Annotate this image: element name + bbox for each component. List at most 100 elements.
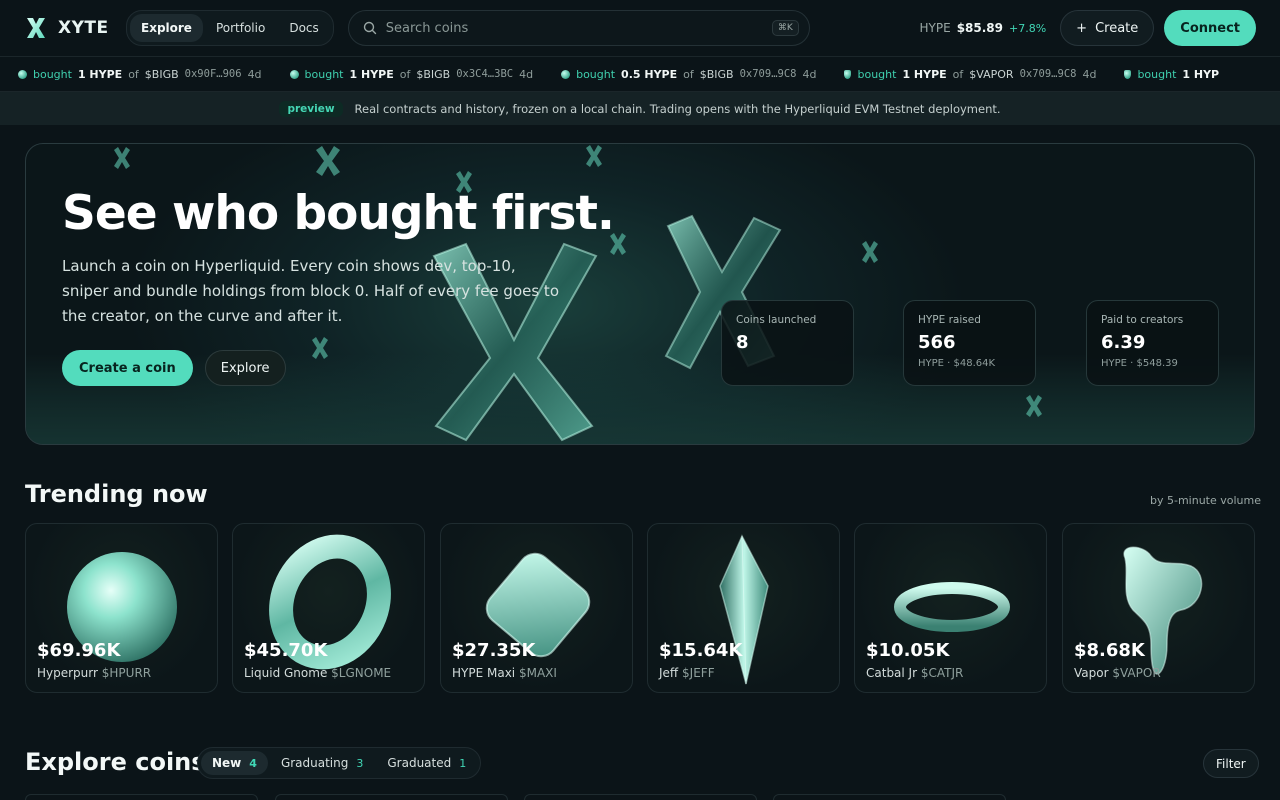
trending-title: Trending now (25, 480, 208, 508)
tab-count: 4 (249, 756, 257, 770)
ticker-token: $BIGB (699, 67, 734, 81)
ticker-verb: bought (33, 67, 72, 81)
ticker-age: 4d (802, 67, 817, 81)
ticker-age: 4d (519, 67, 534, 81)
coin-card-peek[interactable] (25, 794, 258, 800)
stat-label: Coins launched (736, 314, 817, 326)
stat-sub: HYPE · $548.39 (1101, 358, 1178, 369)
trending-name: Liquid Gnome $LGNOME (244, 666, 391, 680)
coin-name: Vapor (1074, 666, 1109, 680)
x-logo-icon (27, 18, 45, 38)
hero-subtitle: Launch a coin on Hyperliquid. Every coin… (62, 257, 559, 325)
coin-icon (844, 69, 852, 79)
tab-label: Graduating (280, 756, 349, 770)
trending-mcap: $8.68K (1074, 640, 1145, 661)
create-button[interactable]: + Create (1060, 10, 1155, 46)
stat-coins-launched: Coins launched 8 (721, 300, 854, 386)
ticker-age: 4d (247, 67, 262, 81)
filter-button[interactable]: Filter (1203, 749, 1259, 778)
coin-ticker: $VAPOR (1112, 666, 1161, 680)
ticker-verb: bought (304, 67, 344, 81)
tab-graduating[interactable]: Graduating 3 (270, 751, 374, 775)
tab-graduated[interactable]: Graduated 1 (376, 751, 477, 775)
banner-text: Real contracts and history, frozen on a … (354, 101, 1001, 116)
preview-banner: preview Real contracts and history, froz… (0, 92, 1280, 125)
coin-ticker: $HPURR (101, 666, 152, 680)
trending-card[interactable]: $45.70K Liquid Gnome $LGNOME (232, 523, 425, 693)
trending-mcap: $69.96K (37, 640, 121, 661)
trending-mcap: $10.05K (866, 640, 950, 661)
tab-label: Graduated (387, 756, 452, 770)
ticker-item[interactable]: bought 0.5 HYPE of $BIGB 0x709…9C8 4d (561, 68, 816, 81)
explore-filter-tabs: New 4 Graduating 3 Graduated 1 (197, 747, 482, 779)
coin-card-peek[interactable] (524, 794, 757, 800)
nav-tabs: Explore Portfolio Docs (126, 10, 334, 46)
stat-value: 6.39 (1101, 332, 1146, 353)
ticker-verb: bought (1137, 67, 1177, 81)
stat-value: 8 (736, 332, 749, 353)
trending-name: HYPE Maxi $MAXI (452, 666, 557, 680)
trending-mcap: $27.35K (452, 640, 536, 661)
ticker-of: of (683, 67, 694, 81)
brand-name: XYTE (58, 18, 109, 38)
coin-name: Hyperpurr (37, 666, 98, 680)
tab-count: 1 (459, 756, 467, 770)
ticker-item[interactable]: bought 1 HYPE of $BIGB 0x3C4…3BC 4d (289, 67, 534, 81)
trending-name: Catbal Jr $CATJR (866, 666, 963, 680)
ticker-age: 4d (1082, 67, 1097, 81)
ticker-of: of (399, 67, 411, 81)
coin-ticker: $MAXI (518, 666, 557, 680)
ticker-of: of (952, 67, 964, 81)
create-coin-button[interactable]: Create a coin (62, 350, 193, 386)
price-change: +7.8% (1009, 22, 1047, 35)
coin-name: Catbal Jr (866, 666, 918, 680)
trending-card[interactable]: $27.35K HYPE Maxi $MAXI (440, 523, 633, 693)
trending-mcap: $45.70K (244, 640, 328, 661)
trending-card[interactable]: $69.96K Hyperpurr $HPURR (25, 523, 218, 693)
coin-ticker: $CATJR (920, 666, 964, 680)
top-nav: XYTE Explore Portfolio Docs ⌘K HYPE $85.… (0, 0, 1280, 56)
tab-new[interactable]: New 4 (201, 751, 268, 775)
create-label: Create (1095, 20, 1139, 36)
logo[interactable]: XYTE (24, 16, 126, 40)
stat-paid-to-creators: Paid to creators 6.39 HYPE · $548.39 (1086, 300, 1219, 386)
connect-button[interactable]: Connect (1164, 10, 1256, 46)
price-value: $85.89 (956, 21, 1003, 35)
ticker-item[interactable]: bought 1 HYPE of $VAPOR 0x709…9C8 4d (844, 68, 1096, 81)
tab-docs[interactable]: Docs (278, 14, 329, 42)
coin-ticker: $JEFF (682, 666, 715, 680)
trending-name: Vapor $VAPOR (1074, 666, 1161, 680)
ticker-token: $VAPOR (969, 67, 1014, 81)
ticker-address: 0x709…9C8 (739, 68, 797, 80)
coin-name: HYPE Maxi (452, 666, 516, 680)
tab-portfolio[interactable]: Portfolio (205, 14, 276, 42)
ticker-verb: bought (857, 67, 897, 81)
preview-badge: preview (279, 100, 343, 117)
stat-label: Paid to creators (1101, 314, 1184, 326)
ticker-item[interactable]: bought 1 HYPE of $BIGB 0x90F…906 4d (18, 68, 262, 81)
coin-card-peek[interactable] (275, 794, 508, 800)
hero-section: See who bought first. Launch a coin on H… (25, 143, 1255, 445)
search-bar[interactable]: ⌘K (347, 10, 810, 46)
coin-card-peek[interactable] (773, 794, 1006, 800)
explore-title: Explore coins (25, 748, 206, 776)
shortcut-hint: ⌘K (771, 20, 799, 36)
coin-icon (561, 69, 571, 79)
trending-card[interactable]: $15.64K Jeff $JEFF (647, 523, 840, 693)
tab-label: New (212, 756, 242, 770)
search-icon (363, 21, 376, 35)
trending-name: Hyperpurr $HPURR (37, 666, 151, 680)
tab-explore[interactable]: Explore (130, 14, 203, 42)
ticker-amount: 1 HYPE (902, 67, 947, 81)
search-input[interactable] (385, 20, 772, 36)
stat-label: HYPE raised (918, 314, 981, 326)
tab-count: 3 (356, 756, 364, 770)
trending-mcap: $15.64K (659, 640, 743, 661)
trending-card[interactable]: $10.05K Catbal Jr $CATJR (854, 523, 1047, 693)
ticker-address: 0x709…9C8 (1019, 68, 1077, 80)
explore-button[interactable]: Explore (204, 350, 286, 386)
ticker-item[interactable]: bought 1 HYP (1124, 68, 1219, 81)
ticker-token: $BIGB (416, 67, 451, 81)
coin-icon (1124, 69, 1132, 79)
trending-card[interactable]: $8.68K Vapor $VAPOR (1062, 523, 1255, 693)
